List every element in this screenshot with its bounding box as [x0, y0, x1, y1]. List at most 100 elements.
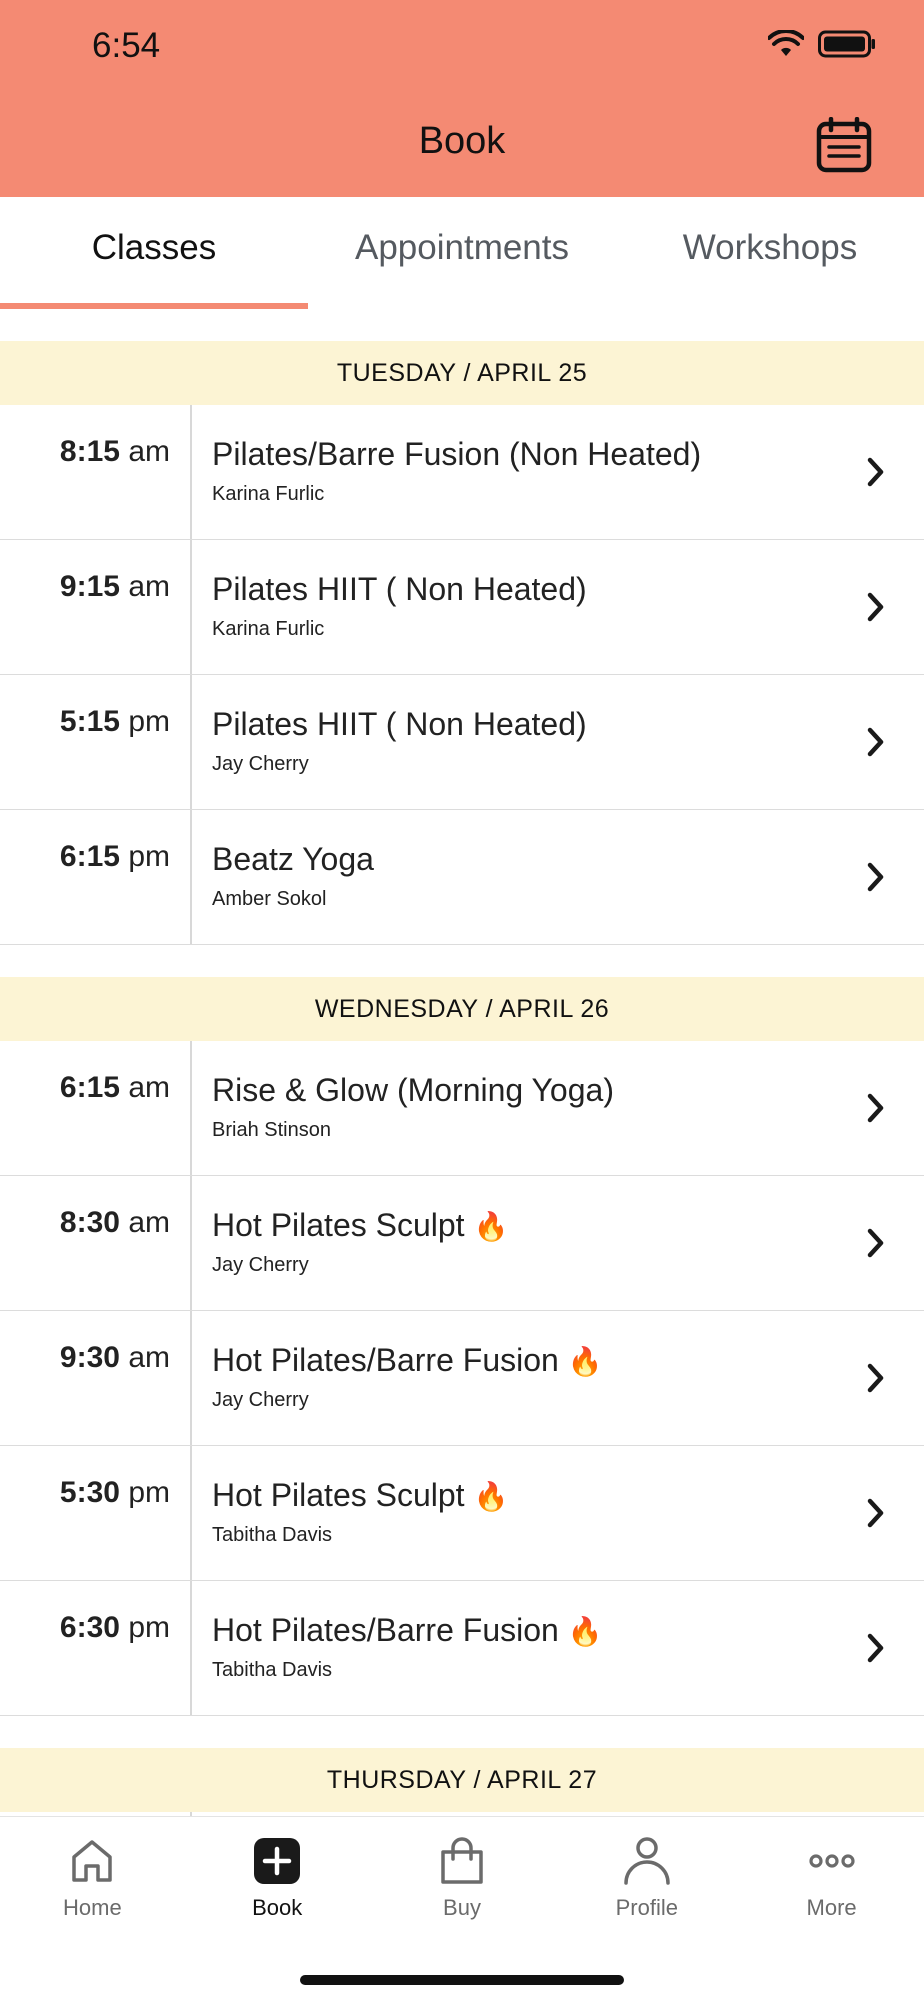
shopping-bag-icon — [441, 1837, 483, 1884]
chevron-right-icon[interactable] — [866, 591, 886, 623]
chevron-right-icon[interactable] — [866, 861, 886, 893]
flame-icon: 🔥 — [473, 1481, 509, 1512]
class-info: Pilates/Barre Fusion (Non Heated) Karina … — [192, 405, 924, 539]
tab-workshops[interactable]: Workshops — [616, 197, 924, 309]
chevron-right-icon[interactable] — [866, 1632, 886, 1664]
class-name-text: Pilates HIIT ( Non Heated) — [212, 706, 587, 742]
class-time-ampm: am — [128, 570, 170, 603]
class-name: Hot Pilates Sculpt 🔥 — [212, 1206, 924, 1244]
class-info: Hot Pilates/Barre Fusion 🔥 Tabitha Davis — [192, 1581, 924, 1715]
class-row[interactable]: 8:15 am Pilates/Barre Fusion (Non Heated)… — [0, 405, 924, 540]
nav-book[interactable]: Book — [185, 1817, 370, 1937]
day-header: THURSDAY / APRIL 27 — [0, 1748, 924, 1812]
class-row[interactable]: 9:15 am Pilates HIIT ( Non Heated) Karina … — [0, 540, 924, 675]
class-row[interactable]: 6:15 pm Beatz Yoga Amber Sokol — [0, 810, 924, 945]
page-title: Book — [418, 120, 506, 162]
day-gap — [0, 1716, 924, 1748]
class-time: 9:15 am — [0, 540, 192, 674]
class-time: 9:30 am — [0, 1311, 192, 1445]
class-time: 8:30 am — [0, 1176, 192, 1310]
class-time-ampm: am — [128, 1071, 170, 1104]
class-name-text: Beatz Yoga — [212, 841, 374, 877]
nav-buy[interactable]: Buy — [370, 1817, 555, 1937]
class-time: 5:30 pm — [0, 1446, 192, 1580]
class-time-ampm: pm — [128, 1611, 170, 1644]
flame-icon: 🔥 — [473, 1211, 509, 1242]
nav-profile-label: Profile — [615, 1895, 678, 1920]
flame-icon: 🔥 — [567, 1346, 603, 1377]
battery-icon — [818, 30, 875, 58]
flame-icon: 🔥 — [567, 1616, 603, 1647]
class-name: Hot Pilates Sculpt 🔥 — [212, 1476, 924, 1514]
class-time: 6:15 pm — [0, 810, 192, 944]
class-time-ampm: am — [128, 1206, 170, 1239]
nav-profile[interactable]: Profile — [554, 1817, 739, 1937]
class-info: Pilates HIIT ( Non Heated) Karina Furlic — [192, 540, 924, 674]
app-root: 6:54 Book Classes Appointments Workshops… — [0, 0, 924, 2000]
class-name: Pilates HIIT ( Non Heated) — [212, 705, 924, 743]
class-name: Pilates/Barre Fusion (Non Heated) — [212, 435, 924, 473]
class-time-value: 9:15 — [59, 570, 120, 603]
chevron-right-icon[interactable] — [866, 1092, 886, 1124]
chevron-right-icon[interactable] — [866, 1497, 886, 1529]
instructor-name: Karina Furlic — [212, 618, 325, 641]
class-name-text: Hot Pilates/Barre Fusion — [212, 1342, 559, 1378]
class-row[interactable]: 6:30 pm Hot Pilates/Barre Fusion 🔥 Tabitha… — [0, 1581, 924, 1716]
status-time: 6:54 — [92, 26, 161, 65]
class-row[interactable]: 6:15 am Rise & Glow (Morning Yoga) Briah S… — [0, 1041, 924, 1176]
class-name-text: Hot Pilates Sculpt — [212, 1477, 465, 1513]
class-info: Beatz Yoga Amber Sokol — [192, 810, 924, 944]
tab-bar: Classes Appointments Workshops — [0, 197, 924, 309]
home-indicator — [300, 1975, 624, 1985]
nav-book-label: Book — [252, 1895, 303, 1920]
header: 6:54 Book — [0, 0, 924, 197]
class-row[interactable]: 5:15 pm Pilates HIIT ( Non Heated) Jay Che… — [0, 675, 924, 810]
class-time: 6:30 pm — [0, 1581, 192, 1715]
nav-home[interactable]: Home — [0, 1817, 185, 1937]
bottom-nav: Home Book Buy Profile More — [0, 1816, 924, 2000]
class-time: 8:15 am — [0, 405, 192, 539]
class-time-value: 5:30 — [59, 1476, 120, 1509]
calendar-icon[interactable] — [816, 117, 872, 173]
class-name: Rise & Glow (Morning Yoga) — [212, 1071, 924, 1109]
class-time: 5:15 pm — [0, 675, 192, 809]
instructor-name: Tabitha Davis — [212, 1659, 333, 1682]
chevron-right-icon[interactable] — [866, 456, 886, 488]
class-time-ampm: pm — [128, 840, 170, 873]
class-time-value: 6:15 — [59, 840, 120, 873]
wifi-icon — [768, 30, 804, 56]
chevron-right-icon[interactable] — [866, 1227, 886, 1259]
class-name: Pilates HIIT ( Non Heated) — [212, 570, 924, 608]
class-row[interactable]: 5:30 pm Hot Pilates Sculpt 🔥 Tabitha Davis — [0, 1446, 924, 1581]
instructor-name: Jay Cherry — [212, 1389, 309, 1412]
chevron-right-icon[interactable] — [866, 726, 886, 758]
nav-more[interactable]: More — [739, 1817, 924, 1937]
class-name-text: Hot Pilates Sculpt — [212, 1207, 465, 1243]
class-time-ampm: am — [128, 435, 170, 468]
class-name-text: Hot Pilates/Barre Fusion — [212, 1612, 559, 1648]
nav-buy-label: Buy — [443, 1895, 481, 1920]
class-time-value: 8:30 — [59, 1206, 120, 1239]
day-gap — [0, 309, 924, 341]
instructor-name: Jay Cherry — [212, 1254, 309, 1277]
tab-classes[interactable]: Classes — [0, 197, 308, 309]
day-header: WEDNESDAY / APRIL 26 — [0, 977, 924, 1041]
day-gap — [0, 945, 924, 977]
class-name: Hot Pilates/Barre Fusion 🔥 — [212, 1611, 924, 1649]
instructor-name: Karina Furlic — [212, 483, 325, 506]
class-name-text: Rise & Glow (Morning Yoga) — [212, 1072, 614, 1108]
class-time-value: 6:30 — [59, 1611, 120, 1644]
class-row[interactable]: 8:30 am Hot Pilates Sculpt 🔥 Jay Cherry — [0, 1176, 924, 1311]
nav-more-label: More — [806, 1895, 857, 1920]
schedule-list: TUESDAY / APRIL 25 8:15 am Pilates/Barre F… — [0, 309, 924, 1852]
class-time-ampm: pm — [128, 1476, 170, 1509]
instructor-name: Tabitha Davis — [212, 1524, 333, 1547]
chevron-right-icon[interactable] — [866, 1362, 886, 1394]
class-info: Rise & Glow (Morning Yoga) Briah Stinson — [192, 1041, 924, 1175]
class-time: 6:15 am — [0, 1041, 192, 1175]
class-time-value: 9:30 — [59, 1341, 120, 1374]
class-info: Hot Pilates Sculpt 🔥 Jay Cherry — [192, 1176, 924, 1310]
class-row[interactable]: 9:30 am Hot Pilates/Barre Fusion 🔥 Jay Che… — [0, 1311, 924, 1446]
tab-appointments[interactable]: Appointments — [308, 197, 616, 309]
class-name: Beatz Yoga — [212, 840, 924, 878]
